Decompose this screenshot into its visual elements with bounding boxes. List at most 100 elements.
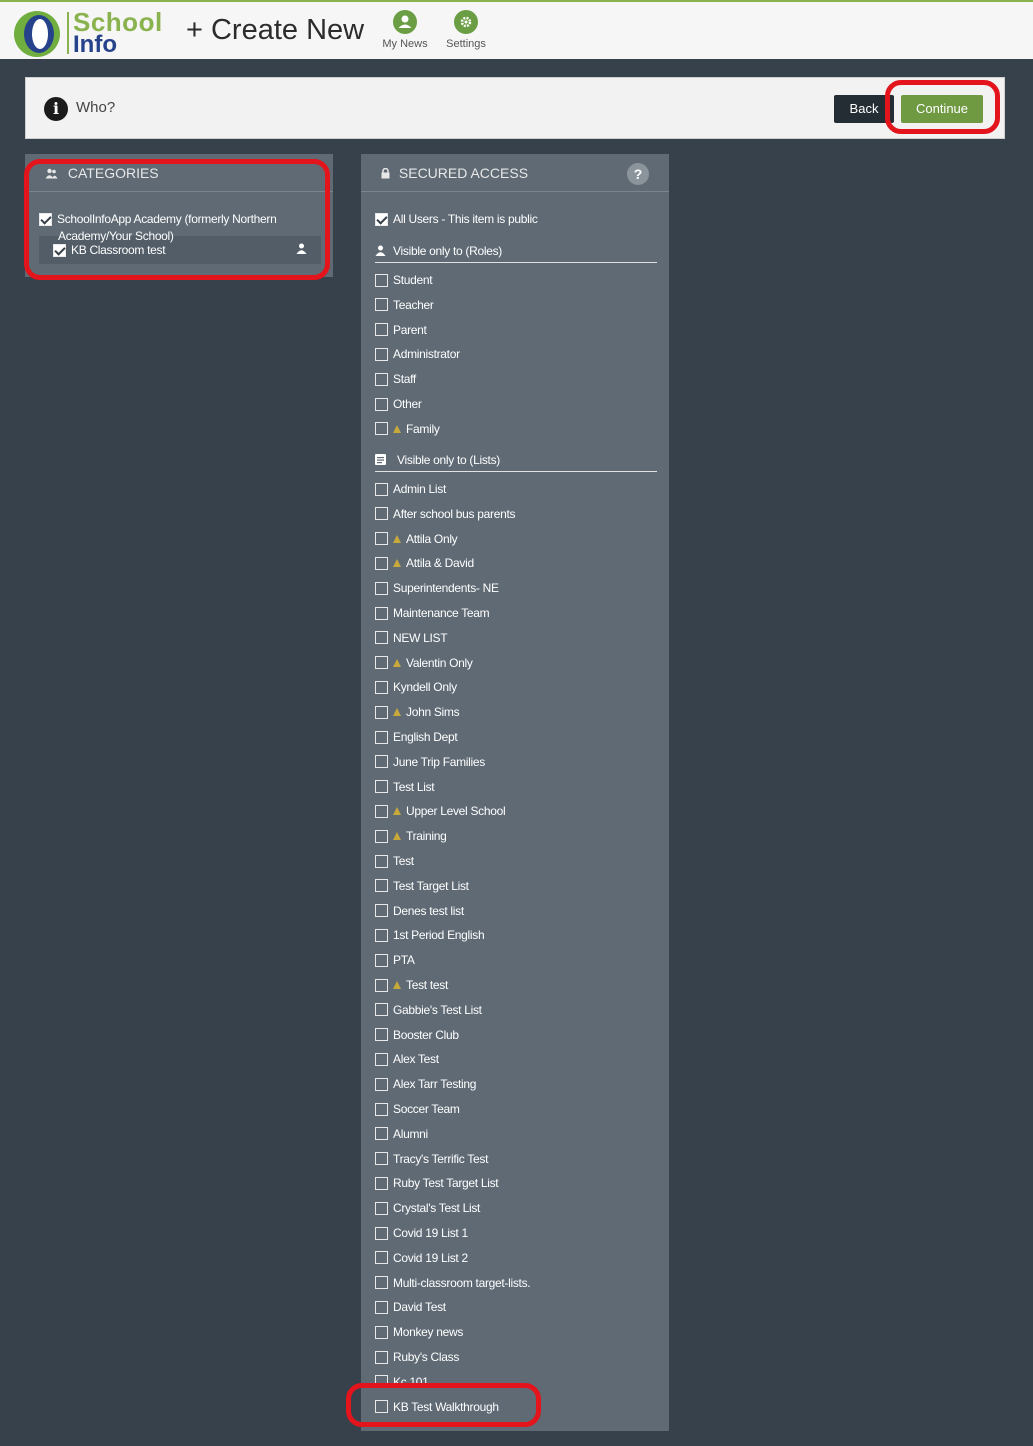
list-checkbox[interactable] (375, 532, 388, 546)
list-option[interactable]: John Sims (375, 702, 460, 722)
role-option[interactable]: Other (375, 394, 422, 414)
role-checkbox[interactable] (375, 347, 388, 361)
list-checkbox[interactable] (375, 755, 388, 769)
school-info-logo[interactable]: School Info (14, 7, 166, 58)
nav-settings[interactable]: Settings (442, 10, 490, 50)
list-option[interactable]: David Test (375, 1297, 446, 1317)
list-checkbox[interactable] (375, 953, 388, 967)
role-checkbox[interactable] (375, 397, 388, 411)
list-option[interactable]: Covid 19 List 1 (375, 1223, 468, 1243)
role-option[interactable]: Administrator (375, 344, 460, 364)
list-option[interactable]: Test Target List (375, 876, 469, 896)
list-label: Ruby Test Target List (393, 1176, 499, 1191)
list-option[interactable]: Valentin Only (375, 653, 473, 673)
list-option[interactable]: Test (375, 851, 414, 871)
warning-icon (393, 981, 401, 989)
list-checkbox[interactable] (375, 1350, 388, 1364)
list-checkbox[interactable] (375, 1300, 388, 1314)
list-option[interactable]: Test test (375, 975, 448, 995)
list-option[interactable]: Attila & David (375, 553, 474, 573)
list-checkbox[interactable] (375, 1276, 388, 1290)
role-option[interactable]: Family (375, 419, 440, 439)
list-checkbox[interactable] (375, 482, 388, 496)
list-checkbox[interactable] (375, 928, 388, 942)
list-option[interactable]: Alex Tarr Testing (375, 1074, 476, 1094)
logo-divider (67, 12, 69, 54)
role-option[interactable]: Staff (375, 369, 416, 389)
list-option[interactable]: Soccer Team (375, 1099, 460, 1119)
list-checkbox[interactable] (375, 507, 388, 521)
list-checkbox[interactable] (375, 1176, 388, 1190)
list-checkbox[interactable] (375, 631, 388, 645)
list-option[interactable]: June Trip Families (375, 752, 485, 772)
list-checkbox[interactable] (375, 1251, 388, 1265)
role-option[interactable]: Teacher (375, 295, 434, 315)
list-option[interactable]: Tracy's Terrific Test (375, 1149, 488, 1169)
list-option[interactable]: Test List (375, 777, 435, 797)
role-checkbox[interactable] (375, 298, 388, 312)
list-checkbox[interactable] (375, 1028, 388, 1042)
list-option[interactable]: Alumni (375, 1124, 428, 1144)
list-checkbox[interactable] (375, 606, 388, 620)
role-checkbox[interactable] (375, 372, 388, 386)
role-option[interactable]: Student (375, 270, 433, 290)
list-checkbox[interactable] (375, 804, 388, 818)
list-checkbox[interactable] (375, 1127, 388, 1141)
highlight-categories (24, 159, 330, 280)
list-checkbox[interactable] (375, 656, 388, 670)
list-checkbox[interactable] (375, 829, 388, 843)
list-checkbox[interactable] (375, 1102, 388, 1116)
list-checkbox[interactable] (375, 556, 388, 570)
list-checkbox[interactable] (375, 854, 388, 868)
list-checkbox[interactable] (375, 1201, 388, 1215)
list-option[interactable]: Covid 19 List 2 (375, 1248, 468, 1268)
list-checkbox[interactable] (375, 1325, 388, 1339)
list-option[interactable]: Crystal's Test List (375, 1198, 480, 1218)
list-option[interactable]: 1st Period English (375, 925, 485, 945)
list-option[interactable]: After school bus parents (375, 504, 516, 524)
list-checkbox[interactable] (375, 780, 388, 794)
list-option[interactable]: Superintendents- NE (375, 578, 499, 598)
list-option[interactable]: Denes test list (375, 901, 464, 921)
list-option[interactable]: Admin List (375, 479, 446, 499)
nav-my-news[interactable]: My News (380, 10, 430, 50)
list-checkbox[interactable] (375, 1152, 388, 1166)
role-option[interactable]: Parent (375, 320, 427, 340)
list-option[interactable]: Ruby's Class (375, 1347, 459, 1367)
list-option[interactable]: Gabbie's Test List (375, 1000, 482, 1020)
list-option[interactable]: Alex Test (375, 1049, 439, 1069)
list-option[interactable]: Ruby Test Target List (375, 1173, 499, 1193)
list-option[interactable]: Upper Level School (375, 801, 506, 821)
list-checkbox[interactable] (375, 1226, 388, 1240)
list-checkbox[interactable] (375, 705, 388, 719)
list-checkbox[interactable] (375, 904, 388, 918)
nav-my-news-label: My News (382, 38, 428, 50)
list-checkbox[interactable] (375, 1003, 388, 1017)
list-checkbox[interactable] (375, 978, 388, 992)
role-checkbox[interactable] (375, 422, 388, 436)
list-label: NEW LIST (393, 630, 448, 645)
list-option[interactable]: Multi-classroom target-lists. (375, 1273, 531, 1293)
user-icon (393, 10, 417, 34)
list-option[interactable]: PTA (375, 950, 415, 970)
all-users-checkbox[interactable] (375, 212, 388, 226)
list-checkbox[interactable] (375, 680, 388, 694)
list-checkbox[interactable] (375, 1077, 388, 1091)
list-option[interactable]: Booster Club (375, 1025, 459, 1045)
list-option[interactable]: Maintenance Team (375, 603, 490, 623)
list-option[interactable]: NEW LIST (375, 628, 448, 648)
list-checkbox[interactable] (375, 730, 388, 744)
list-option[interactable]: Monkey news (375, 1322, 463, 1342)
list-option[interactable]: Training (375, 826, 447, 846)
list-option[interactable]: English Dept (375, 727, 458, 747)
list-checkbox[interactable] (375, 879, 388, 893)
role-checkbox[interactable] (375, 323, 388, 337)
list-checkbox[interactable] (375, 581, 388, 595)
list-option[interactable]: Kyndell Only (375, 677, 457, 697)
role-checkbox[interactable] (375, 273, 388, 287)
list-option[interactable]: Attila Only (375, 529, 458, 549)
help-icon[interactable]: ? (627, 163, 649, 185)
all-users-option[interactable]: All Users - This item is public (375, 209, 538, 229)
list-checkbox[interactable] (375, 1052, 388, 1066)
secured-access-title: SECURED ACCESS (398, 165, 529, 181)
